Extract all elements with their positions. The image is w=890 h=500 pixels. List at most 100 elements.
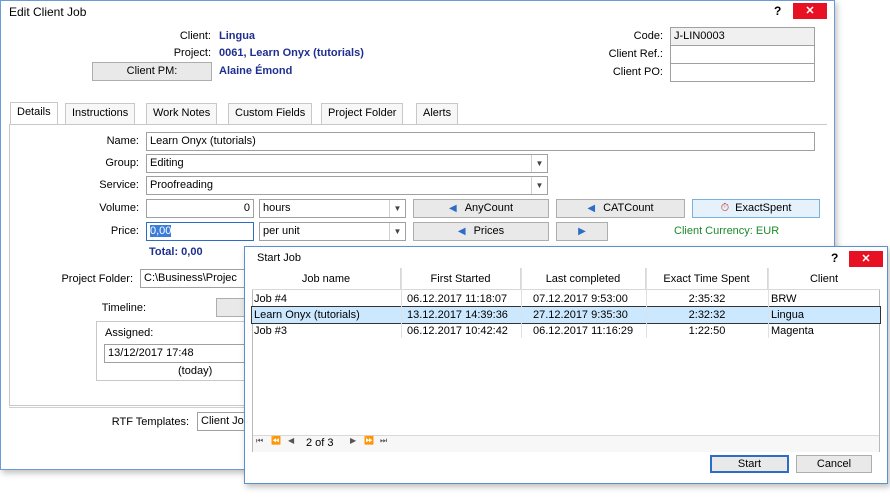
volume-field[interactable]: 0 [146,199,254,218]
cell-last: 07.12.2017 9:53:00 [533,293,628,305]
service-select[interactable]: Proofreading ▼ [146,176,548,195]
anycount-label: AnyCount [464,202,513,214]
tab-instructions[interactable]: Instructions [65,103,136,124]
group-label: Group: [105,157,139,169]
name-label: Name: [106,135,139,147]
column-first-started[interactable]: First Started [401,268,521,290]
price-unit-select[interactable]: per unit ▼ [259,222,406,241]
anycount-button[interactable]: ◀ AnyCount [413,199,549,218]
volume-unit-select[interactable]: hours ▼ [259,199,406,218]
cell-first: 06.12.2017 11:18:07 [407,293,508,305]
triangle-left-icon: ◀ [457,226,466,237]
chevron-down-icon[interactable]: ▼ [389,200,405,217]
project-folder-label: Project Folder: [61,273,133,285]
price-label: Price: [110,225,139,237]
chevron-down-icon[interactable]: ▼ [531,155,547,172]
tab-project-folder[interactable]: Project Folder [321,103,404,124]
project-value: 0061, Learn Onyx (tutorials) [219,47,364,59]
service-label: Service: [99,179,139,191]
prices-label: Prices [473,225,505,237]
catcount-button[interactable]: ◀ CATCount [556,199,685,218]
cell-last: 06.12.2017 11:16:29 [533,325,634,337]
exactspent-button[interactable]: ⏱ ExactSpent [692,199,820,218]
volume-unit-value: hours [263,202,291,214]
prev-page-icon[interactable]: ◀ [288,436,294,452]
prices-button[interactable]: ◀ Prices [413,222,549,241]
column-divider [646,268,647,338]
rtf-templates-select[interactable]: Client Jo [197,412,249,431]
cell-last: 27.12.2017 9:35:30 [533,309,628,321]
cell-client: Magenta [771,325,814,337]
client-ref-field[interactable] [670,45,815,64]
client-label: Client: [179,30,211,42]
table-row-selected[interactable]: Learn Onyx (tutorials) 13.12.2017 14:39:… [251,306,881,324]
transfer-right-button[interactable]: ▶ [556,222,608,241]
client-pm-button[interactable]: Client PM: [92,62,212,81]
volume-label: Volume: [99,202,139,214]
next-pages-icon[interactable]: ⏩ [364,436,374,452]
client-po-field[interactable] [670,63,815,82]
price-unit-value: per unit [263,225,300,237]
column-divider [768,268,769,338]
cell-job: Job #3 [254,325,288,337]
pager-bar [253,435,879,452]
code-field[interactable]: J-LIN0003 [670,27,815,46]
name-field[interactable]: Learn Onyx (tutorials) [146,132,815,151]
close-icon[interactable]: ✕ [849,251,883,267]
rtf-templates-label: RTF Templates: [111,416,189,428]
start-job-title: Start Job [257,252,302,264]
next-page-icon[interactable]: ▶ [350,436,356,452]
close-icon[interactable]: ✕ [793,3,827,19]
timeline-button[interactable] [216,298,246,317]
exactspent-label: ExactSpent [735,202,792,214]
code-label: Code: [633,30,663,42]
prev-pages-icon[interactable]: ⏪ [271,436,281,452]
client-ref-label: Client Ref.: [608,48,663,60]
project-label: Project: [173,47,211,59]
cell-spent: 2:32:32 [688,309,726,321]
first-page-icon[interactable]: ⏮ [256,436,263,452]
client-currency: Client Currency: EUR [674,225,780,237]
price-field[interactable]: 0,00 [146,222,254,241]
cancel-button[interactable]: Cancel [796,455,872,473]
table-row[interactable]: Job #3 06.12.2017 10:42:42 06.12.2017 11… [252,323,880,339]
client-po-label: Client PO: [612,66,663,78]
tab-work-notes[interactable]: Work Notes [146,103,218,124]
tab-details[interactable]: Details [10,102,58,125]
chevron-down-icon[interactable]: ▼ [531,177,547,194]
project-folder-field[interactable]: C:\Business\Projec [140,269,248,288]
cell-client: Lingua [771,309,805,321]
column-job-name[interactable]: Job name [252,268,401,290]
triangle-left-icon: ◀ [587,203,596,214]
timeline-label: Timeline: [101,302,146,314]
chevron-down-icon[interactable]: ▼ [389,223,405,240]
edit-window-titlebar: Edit Client Job ? ✕ [1,1,834,23]
column-exact-time-spent[interactable]: Exact Time Spent [646,268,768,290]
column-divider [401,268,402,338]
start-button[interactable]: Start [710,455,789,473]
today-label: (today) [178,365,213,377]
price-value: 0,00 [150,225,172,237]
pager-text: 2 of 3 [306,437,334,449]
assigned-date-field[interactable]: 13/12/2017 17:48 [104,344,248,363]
start-job-titlebar: Start Job ? ✕ [245,247,887,267]
last-page-icon[interactable]: ⏭ [380,436,387,452]
cell-client: BRW [771,293,797,305]
help-icon[interactable]: ? [831,251,838,265]
cell-spent: 2:35:32 [688,293,726,305]
catcount-label: CATCount [603,202,654,214]
column-divider [521,268,522,338]
group-select[interactable]: Editing ▼ [146,154,548,173]
column-client[interactable]: Client [768,268,880,290]
cell-first: 13.12.2017 14:39:36 [407,309,508,321]
triangle-right-icon: ▶ [578,226,586,237]
total-value: Total: 0,00 [149,246,203,258]
tab-custom-fields[interactable]: Custom Fields [228,103,313,124]
exactspent-icon: ⏱ [720,202,730,214]
help-icon[interactable]: ? [774,4,781,18]
cell-job: Job #4 [254,293,288,305]
column-last-completed[interactable]: Last completed [521,268,646,290]
tab-alerts[interactable]: Alerts [416,103,459,124]
table-row[interactable]: Job #4 06.12.2017 11:18:07 07.12.2017 9:… [252,291,880,307]
triangle-left-icon: ◀ [448,203,457,214]
